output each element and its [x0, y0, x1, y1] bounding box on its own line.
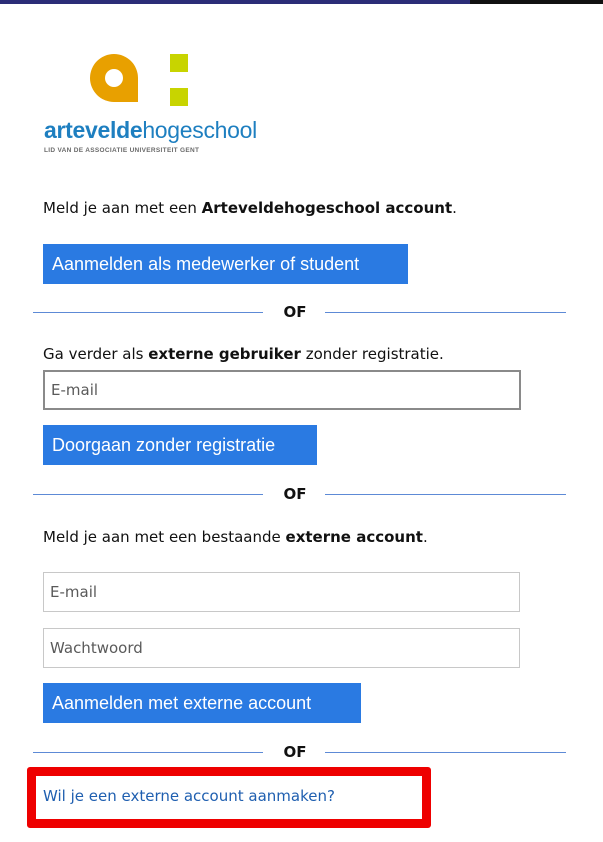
school-account-instruction-bold: Arteveldehogeschool account: [201, 199, 453, 217]
top-border-dark: [470, 0, 603, 4]
external-user-instruction-bold: externe gebruiker: [148, 345, 301, 363]
divider-line-left: [33, 752, 263, 753]
divider-line-right: [325, 494, 566, 495]
divider-or-1: OF: [33, 302, 566, 322]
external-password-field[interactable]: [43, 628, 520, 668]
school-account-instruction-suffix: .: [452, 199, 457, 217]
divider-line-left: [33, 494, 263, 495]
logo-wordmark-part2: hogeschool: [142, 117, 257, 143]
existing-external-account-instruction: Meld je aan met een bestaande externe ac…: [43, 528, 428, 546]
logo-wordmark-part1: artevelde: [44, 117, 143, 143]
login-external-account-button[interactable]: Aanmelden met externe account: [43, 683, 361, 723]
divider-label: OF: [283, 485, 307, 503]
existing-external-account-instruction-bold: externe account: [285, 528, 423, 546]
existing-external-account-instruction-prefix: Meld je aan met een bestaande: [43, 528, 286, 546]
divider-line-right: [325, 752, 566, 753]
login-page: arteveldehogeschool LID VAN DE ASSOCIATI…: [0, 0, 603, 842]
external-email-field[interactable]: [43, 572, 520, 612]
divider-line-left: [33, 312, 263, 313]
create-external-account-link[interactable]: Wil je een externe account aanmaken?: [43, 787, 335, 805]
guest-email-field[interactable]: [43, 370, 521, 410]
divider-label: OF: [283, 743, 307, 761]
logo-tagline: LID VAN DE ASSOCIATIE UNIVERSITEIT GENT: [44, 147, 200, 154]
divider-line-right: [325, 312, 566, 313]
external-user-instruction-suffix: zonder registratie.: [300, 345, 444, 363]
divider-or-3: OF: [33, 742, 566, 762]
logo-wordmark: arteveldehogeschool: [44, 117, 257, 144]
continue-without-registration-button[interactable]: Doorgaan zonder registratie: [43, 425, 317, 465]
existing-external-account-instruction-suffix: .: [422, 528, 428, 546]
divider-label: OF: [283, 303, 307, 321]
login-staff-student-button[interactable]: Aanmelden als medewerker of student: [43, 244, 408, 284]
divider-or-2: OF: [33, 484, 566, 504]
school-account-instruction: Meld je aan met een Arteveldehogeschool …: [43, 199, 457, 217]
external-user-instruction: Ga verder als externe gebruiker zonder r…: [43, 345, 444, 363]
arteveldehogeschool-logo-icon: [90, 54, 188, 106]
external-user-instruction-prefix: Ga verder als: [43, 345, 149, 363]
school-account-instruction-prefix: Meld je aan met een: [43, 199, 202, 217]
